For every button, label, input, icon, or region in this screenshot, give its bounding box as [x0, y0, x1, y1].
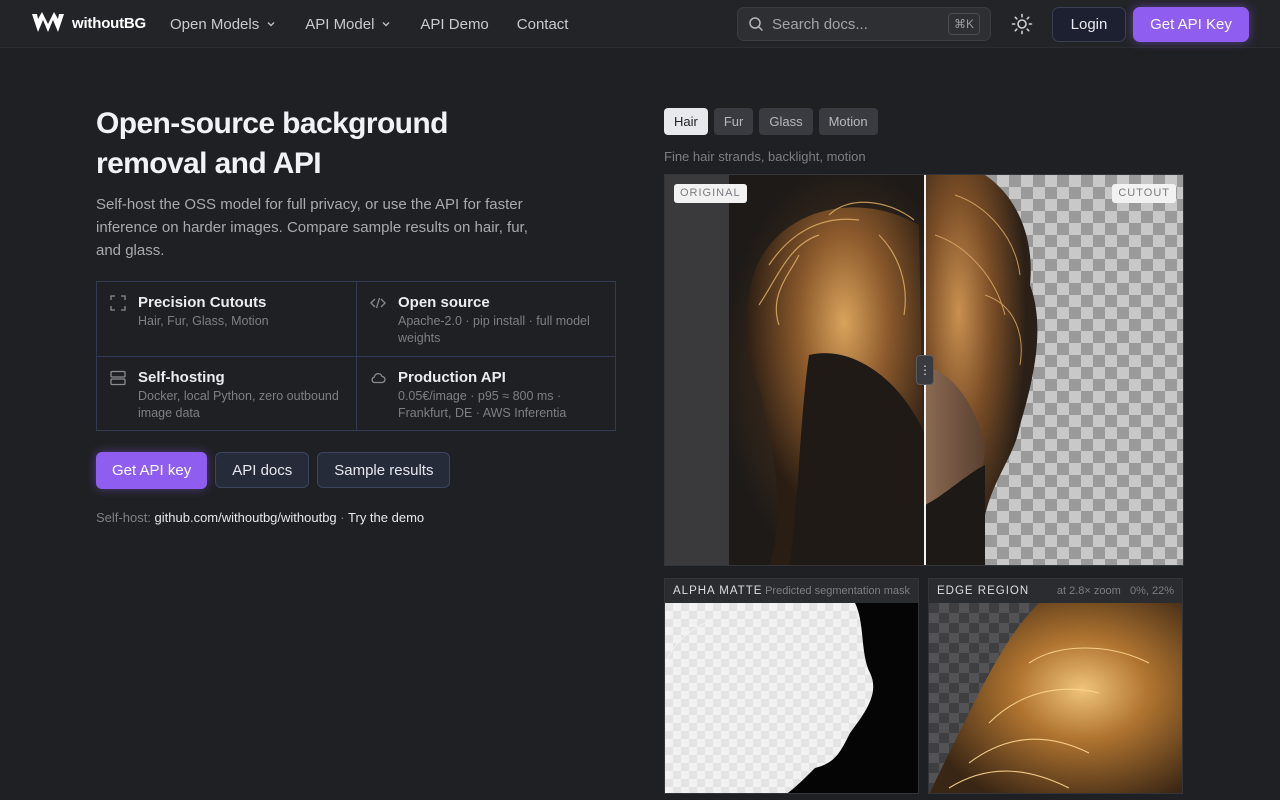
edge-hair-illustration	[929, 603, 1182, 793]
original-badge: ORIGINAL	[674, 184, 747, 203]
self-host-prefix: Self-host:	[96, 510, 151, 525]
code-icon	[370, 297, 386, 309]
brand-name: withoutBG	[72, 14, 147, 32]
get-api-key-cta-button[interactable]: Get API key	[96, 452, 208, 489]
page-title: Open-source background removal and API	[96, 107, 448, 180]
feature-desc: 0.05€/image · p95 ≈ 800 ms · Frankfurt, …	[398, 389, 567, 420]
feature-desc: Hair, Fur, Glass, Motion	[138, 314, 269, 328]
nav-api-model-label: API Model	[305, 15, 375, 33]
chevron-down-icon	[267, 22, 275, 27]
logo-icon	[32, 12, 64, 32]
tab-glass[interactable]: Glass	[759, 108, 813, 135]
cloud-icon	[371, 373, 386, 384]
api-docs-button[interactable]: API docs	[215, 452, 310, 488]
server-icon	[110, 370, 126, 386]
nav-open-models-label: Open Models	[170, 15, 260, 33]
search-placeholder: Search docs...	[772, 15, 868, 33]
alpha-mask-illustration	[665, 603, 874, 793]
alpha-matte-panel: ALPHA MATTE Predicted segmentation mask	[664, 578, 919, 794]
crop-corners-icon	[110, 295, 126, 311]
sample-results-button[interactable]: Sample results	[317, 452, 451, 488]
feature-desc: Docker, local Python, zero outbound imag…	[138, 389, 339, 420]
feature-grid: Precision Cutouts Hair, Fur, Glass, Moti…	[96, 281, 616, 431]
cutout-illustration	[925, 175, 1038, 565]
drag-grip-icon: ⋮	[919, 363, 931, 377]
nav-api-model[interactable]: API Model	[305, 16, 392, 33]
edge-zoom-label: at 2.8× zoom	[1056, 585, 1121, 597]
feature-precision-cutouts: Precision Cutouts Hair, Fur, Glass, Moti…	[97, 282, 357, 357]
nav-contact[interactable]: Contact	[517, 16, 569, 33]
sun-icon[interactable]	[1010, 12, 1034, 36]
edge-region-note: at 2.8× zoom 0%, 22%	[1057, 585, 1174, 597]
portrait-photo	[729, 175, 925, 565]
portrait-illustration	[744, 201, 925, 565]
tab-fur[interactable]: Fur	[713, 108, 754, 135]
alpha-matte-note: Predicted segmentation mask	[765, 585, 910, 597]
separator: ·	[340, 510, 345, 525]
try-demo-link[interactable]: Try the demo	[348, 510, 424, 525]
tab-motion[interactable]: Motion	[818, 108, 878, 135]
feature-desc: Apache-2.0 · pip install · full model we…	[398, 314, 590, 345]
cutout-badge: CUTOUT	[1112, 184, 1176, 203]
search-input[interactable]: Search docs... ⌘K	[737, 7, 991, 41]
compare-slider-handle[interactable]: ⋮	[916, 355, 934, 385]
chevron-down-icon	[382, 22, 390, 27]
edge-region-image	[929, 603, 1182, 793]
edge-coords-label: 0%, 22%	[1129, 585, 1174, 597]
top-nav: withoutBG Open Models API Model API Demo…	[0, 0, 1280, 48]
edge-region-title: EDGE REGION	[937, 585, 1030, 597]
brand-logo[interactable]: withoutBG	[32, 12, 146, 34]
edge-region-panel: EDGE REGION at 2.8× zoom 0%, 22%	[928, 578, 1183, 794]
login-button[interactable]: Login	[1052, 7, 1126, 42]
search-icon	[749, 17, 764, 32]
cta-buttons: Get API key API docs Sample results	[96, 452, 451, 489]
github-repo-link[interactable]: github.com/withoutbg/withoutbg	[155, 510, 337, 525]
feature-open-source: Open source Apache-2.0 · pip install · f…	[356, 282, 616, 357]
original-image: ORIGINAL	[665, 175, 925, 565]
hero-subtitle: Self-host the OSS model for full privacy…	[96, 196, 528, 259]
self-host-line: Self-host: github.com/withoutbg/withoutb…	[96, 510, 424, 525]
alpha-matte-title: ALPHA MATTE	[673, 585, 763, 597]
feature-self-hosting: Self-hosting Docker, local Python, zero …	[97, 356, 357, 431]
feature-title: Precision Cutouts	[138, 294, 267, 311]
feature-title: Self-hosting	[138, 369, 225, 386]
search-shortcut: ⌘K	[947, 13, 980, 35]
nav-open-models[interactable]: Open Models	[170, 16, 277, 33]
feature-production-api: Production API 0.05€/image · p95 ≈ 800 m…	[356, 356, 616, 431]
sample-tabs: Hair Fur Glass Motion	[664, 108, 878, 135]
tab-hair[interactable]: Hair	[664, 108, 708, 135]
feature-title: Production API	[398, 369, 506, 386]
sample-caption: Fine hair strands, backlight, motion	[664, 149, 866, 164]
cutout-image: CUTOUT	[925, 175, 1183, 565]
feature-title: Open source	[398, 294, 490, 311]
get-api-key-button[interactable]: Get API Key	[1133, 7, 1249, 42]
nav-api-demo[interactable]: API Demo	[420, 16, 488, 33]
before-after-compare[interactable]: ORIGINAL CUTOUT ⋮	[664, 174, 1184, 566]
alpha-matte-image	[665, 603, 918, 793]
